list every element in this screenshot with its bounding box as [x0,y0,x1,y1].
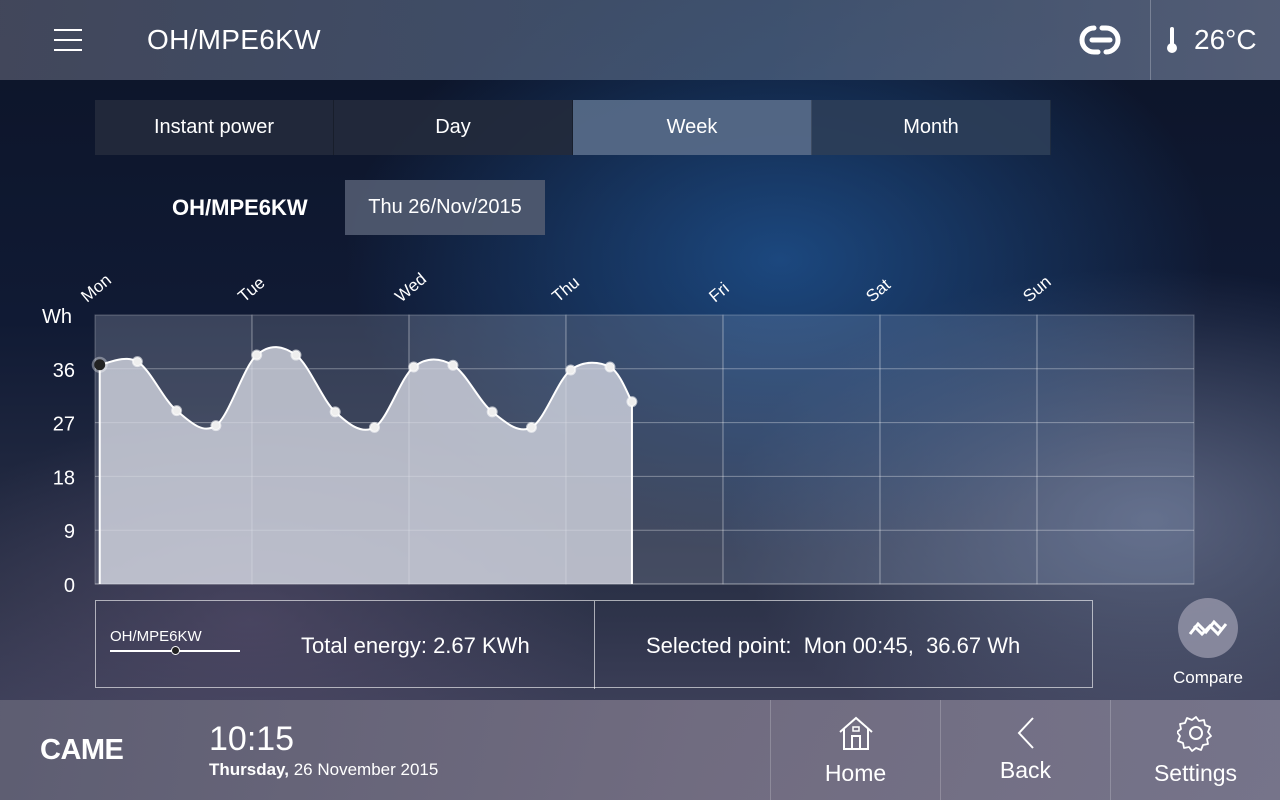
day-label-sun: Sun [1019,272,1054,306]
compare-label: Compare [1173,668,1243,687]
data-point[interactable] [251,349,263,361]
home-button[interactable]: Home [770,700,940,800]
day-column-sat [879,314,1038,585]
day-label-mon: Mon [77,270,115,306]
tab-instant-power[interactable]: Instant power [95,100,334,155]
y-tick-label: 27 [53,414,75,436]
day-column-sun [1036,314,1195,585]
clock-weekday: Thursday, [209,760,289,779]
data-point[interactable] [171,405,183,417]
top-bar-divider [1150,0,1151,80]
home-icon [839,716,873,750]
back-button[interactable]: Back [940,700,1110,800]
energy-chart[interactable]: 0 9 18 27 36 WhMon Tue Wed Thu Fri Sat Sun [0,260,1280,600]
settings-button[interactable]: Settings [1110,700,1280,800]
page-title: OH/MPE6KW [147,24,321,55]
tab-day[interactable]: Day [334,100,573,155]
y-tick-label: 0 [64,575,75,597]
tab-month[interactable]: Month [812,100,1051,155]
data-point[interactable] [290,349,302,361]
data-point[interactable] [604,361,616,373]
gear-icon [1177,716,1212,752]
compare-icon [1188,619,1228,637]
data-point[interactable] [565,364,577,376]
clock-date: Thursday, 26 November 2015 [209,760,438,780]
home-label: Home [824,760,887,786]
selected-point-text: Selected point: Mon 00:45, 36.67 Wh [646,633,1021,658]
data-point[interactable] [408,361,420,373]
data-point[interactable] [329,406,341,418]
clock-date-text: 26 November 2015 [293,760,439,779]
info-divider [594,601,595,689]
day-label-wed: Wed [391,269,430,306]
data-point[interactable] [525,421,537,433]
period-tabs: Instant power Day Week Month [95,100,1051,155]
data-point[interactable] [368,421,380,433]
tab-week[interactable]: Week [573,100,812,155]
compare-button[interactable] [1178,598,1238,658]
day-label-thu: Thu [548,273,583,306]
day-label-fri: Fri [705,279,732,306]
temperature-readout: 26°C [1194,24,1257,55]
clock-time: 10:15 [209,720,295,758]
y-tick-label: 9 [64,521,75,543]
y-tick-label: 18 [53,467,75,489]
data-point[interactable] [626,396,638,408]
total-energy-text: Total energy: 2.67 KWh [301,633,530,658]
cloud-connection-icon[interactable] [1072,20,1130,60]
data-point[interactable] [447,359,459,371]
selected-data-point[interactable] [94,359,106,371]
settings-label: Settings [1153,760,1238,786]
legend-series-name: OH/MPE6KW [110,628,202,645]
data-point[interactable] [486,406,498,418]
device-label: OH/MPE6KW [172,195,308,220]
day-column-fri [722,314,881,585]
top-bar: OH/MPE6KW 26°C [0,0,1280,80]
data-point[interactable] [131,356,143,368]
day-label-tue: Tue [234,273,268,306]
bottom-bar: CAME 10:15 Thursday, 26 November 2015 Ho… [0,700,1280,800]
back-label: Back [999,757,1052,783]
menu-icon[interactable] [54,27,82,53]
chart-info-box: OH/MPE6KW Total energy: 2.67 KWh Selecte… [95,600,1093,689]
back-icon [1017,717,1034,749]
date-selector[interactable]: Thu 26/Nov/2015 [345,180,545,235]
came-logo: CAME [40,734,124,766]
y-axis-label: Wh [42,306,72,328]
thermometer-icon [1167,27,1177,53]
day-label-sat: Sat [862,275,894,306]
data-point[interactable] [210,420,222,432]
y-tick-label: 36 [53,360,75,382]
legend-marker [171,646,180,655]
